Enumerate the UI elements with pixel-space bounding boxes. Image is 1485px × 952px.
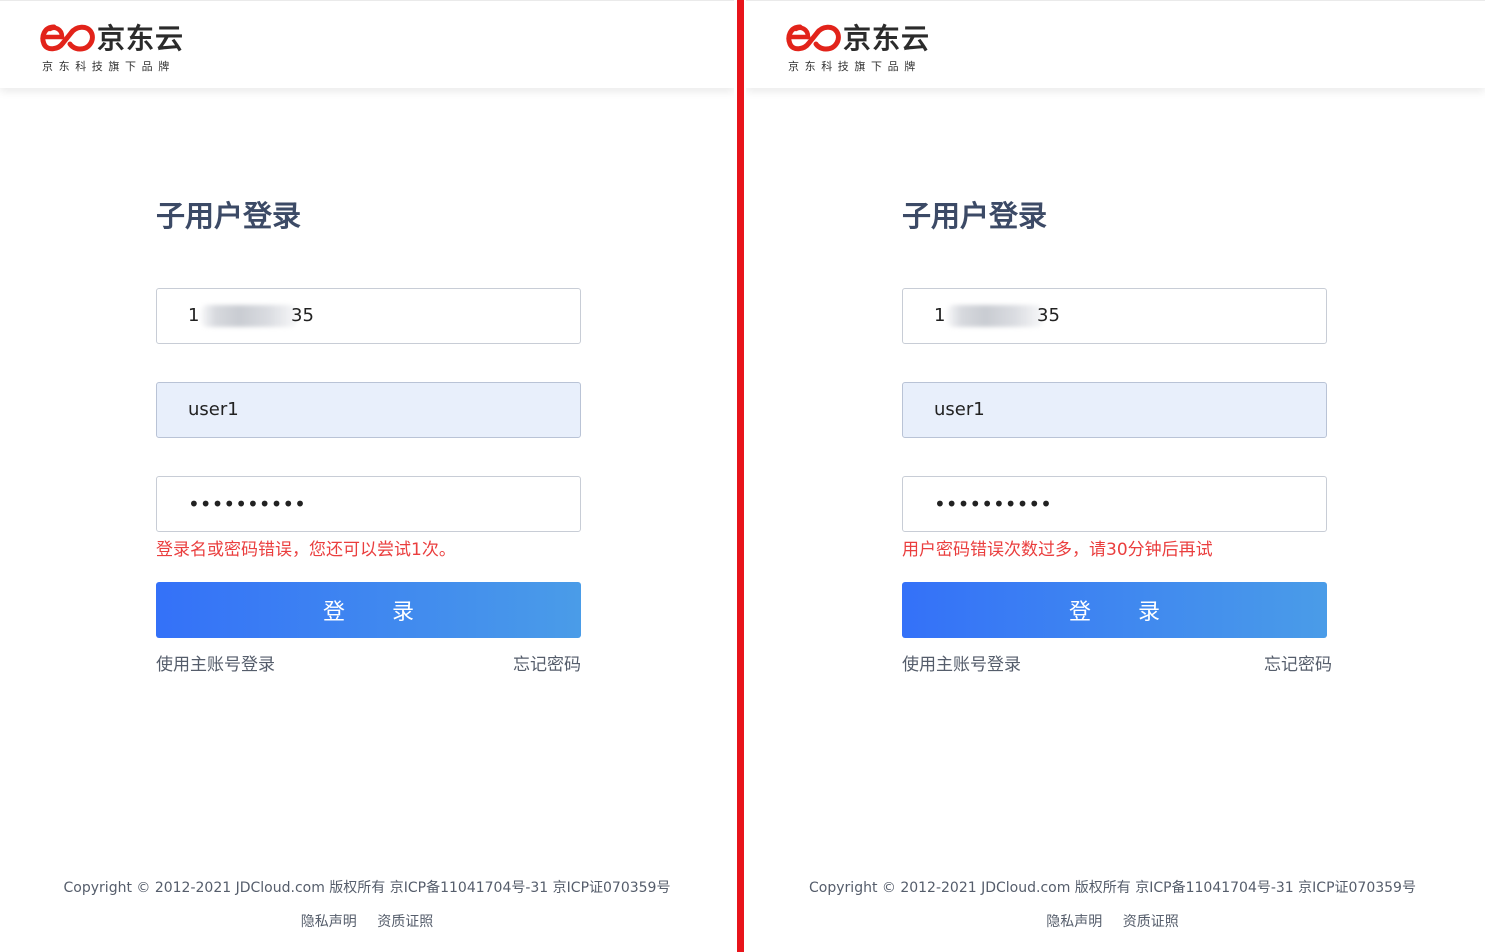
login-button[interactable]: 登 录 — [156, 582, 581, 638]
masked-account-blur — [947, 305, 1043, 327]
jdcloud-logo-icon — [40, 24, 95, 52]
masked-account-blur — [201, 305, 297, 327]
logo-text: 京东云 — [843, 22, 931, 55]
account-suffix: 35 — [1037, 305, 1060, 326]
login-panel-right: 京东云 京东科技旗下品牌 子用户登录 1 35 user1 ••••••••••… — [746, 0, 1485, 952]
jdcloud-logo[interactable]: 京东云 京东科技旗下品牌 — [40, 19, 200, 75]
jdcloud-logo-icon — [786, 24, 841, 52]
account-input[interactable]: 1 35 — [902, 288, 1327, 344]
red-divider — [737, 0, 744, 952]
privacy-link[interactable]: 隐私声明 — [1046, 914, 1102, 930]
username-input[interactable]: user1 — [156, 382, 581, 438]
footer-copyright: Copyright © 2012-2021 JDCloud.com 版权所有 京… — [809, 880, 1416, 896]
footer-links: 隐私声明 资质证照 — [0, 912, 734, 932]
qualification-link[interactable]: 资质证照 — [377, 914, 433, 930]
username-value: user1 — [188, 399, 239, 420]
password-input[interactable]: •••••••••• — [156, 476, 581, 532]
qualification-link[interactable]: 资质证照 — [1123, 914, 1179, 930]
password-mask: •••••••••• — [934, 492, 1052, 516]
logo-text: 京东云 — [97, 22, 185, 55]
page-title: 子用户登录 — [902, 199, 1048, 233]
forgot-password-link[interactable]: 忘记密码 — [1264, 653, 1332, 677]
account-prefix: 1 — [934, 305, 946, 326]
logo-subtext: 京东科技旗下品牌 — [42, 60, 175, 73]
header-bar: 京东云 京东科技旗下品牌 — [0, 0, 734, 88]
password-mask: •••••••••• — [188, 492, 306, 516]
footer-copyright: Copyright © 2012-2021 JDCloud.com 版权所有 京… — [63, 880, 671, 896]
login-button[interactable]: 登 录 — [902, 582, 1327, 638]
account-suffix: 35 — [291, 305, 314, 326]
error-message: 用户密码错误次数过多，请30分钟后再试 — [902, 540, 1213, 560]
logo-subtext: 京东科技旗下品牌 — [788, 60, 921, 73]
footer-links: 隐私声明 资质证照 — [746, 912, 1482, 932]
login-panel-left: 京东云 京东科技旗下品牌 子用户登录 1 35 user1 ••••••••••… — [0, 0, 734, 952]
username-value: user1 — [934, 399, 985, 420]
page-title: 子用户登录 — [156, 199, 302, 233]
jdcloud-logo[interactable]: 京东云 京东科技旗下品牌 — [786, 19, 946, 75]
username-input[interactable]: user1 — [902, 382, 1327, 438]
error-message: 登录名或密码错误，您还可以尝试1次。 — [156, 540, 456, 560]
account-input[interactable]: 1 35 — [156, 288, 581, 344]
main-account-login-link[interactable]: 使用主账号登录 — [156, 653, 275, 677]
header-bar: 京东云 京东科技旗下品牌 — [746, 0, 1485, 88]
forgot-password-link[interactable]: 忘记密码 — [513, 653, 581, 677]
account-prefix: 1 — [188, 305, 200, 326]
password-input[interactable]: •••••••••• — [902, 476, 1327, 532]
main-account-login-link[interactable]: 使用主账号登录 — [902, 653, 1021, 677]
privacy-link[interactable]: 隐私声明 — [301, 914, 357, 930]
